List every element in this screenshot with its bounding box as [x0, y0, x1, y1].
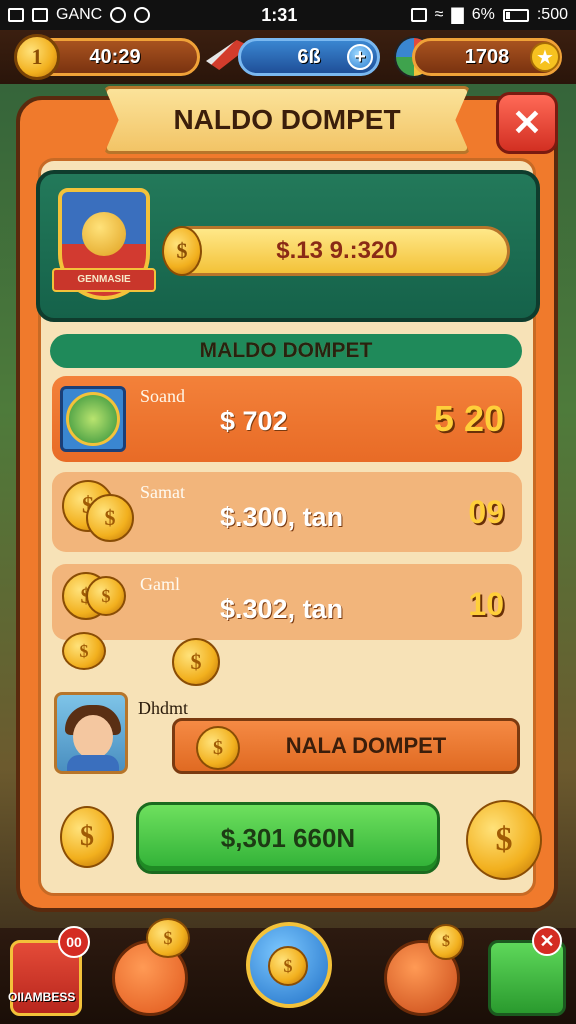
- wifi-icon: ≈: [434, 6, 444, 23]
- confirm-button-label: $,301 660N: [220, 822, 356, 853]
- row-amount: $.302, tan: [220, 594, 344, 624]
- hero-balance: $.13 9.:320: [164, 226, 510, 276]
- row-label: Gaml: [140, 574, 180, 594]
- status-app-label: GANC: [56, 6, 103, 23]
- coin-icon: 1: [14, 34, 60, 80]
- status-right: ≈ ▇ 6% :500: [410, 5, 568, 25]
- row-amount: $.300, tan: [220, 502, 344, 532]
- coin-icon: $: [162, 226, 202, 276]
- section-title-text: MALDO DOMPET: [199, 339, 373, 362]
- block-icon: [134, 7, 151, 23]
- close-icon[interactable]: ✕: [532, 926, 562, 956]
- signal-icon: ▇: [451, 7, 464, 24]
- resource-bar: 40:29 1 6ß + 1708 ★: [0, 30, 576, 84]
- status-bar: GANC 1:31 ≈ ▇ 6% :500: [0, 0, 576, 30]
- screenshot-icon: [410, 8, 427, 22]
- panel-title: NALDO DOMPET: [104, 86, 470, 154]
- image-icon: [32, 8, 48, 22]
- dollar-badge-icon: [60, 386, 126, 452]
- gems-counter[interactable]: 6ß +: [238, 38, 380, 76]
- coin-stack-icon: $: [268, 946, 308, 986]
- cards-nav-label: OIIAMBESS: [8, 990, 76, 1004]
- coin-icon: $: [86, 576, 126, 616]
- row-value: 5 20: [433, 398, 504, 439]
- sync-icon: [110, 7, 127, 23]
- coins-value: 40:29: [89, 45, 141, 68]
- status-left: GANC: [8, 6, 208, 24]
- avatar-face: [73, 715, 113, 759]
- row-amount: $ 702: [220, 406, 288, 436]
- wallet-action-label: NALA DOMPET: [285, 733, 447, 758]
- battery-icon: [502, 8, 529, 22]
- hero-balance-value: $.13 9.:320: [276, 237, 398, 264]
- close-button[interactable]: ✕: [496, 92, 558, 154]
- coin-icon: $: [62, 632, 106, 670]
- coin-icon: $: [60, 806, 114, 868]
- coin-icon: $: [172, 638, 220, 686]
- battery-percent: 6%: [471, 6, 495, 23]
- status-time: 1:31: [261, 4, 298, 25]
- confirm-button[interactable]: $,301 660N: [136, 802, 440, 874]
- avatar[interactable]: [54, 692, 128, 774]
- wallet-row[interactable]: $ $ Samat $.300, tan 09: [52, 472, 522, 552]
- avatar-body: [67, 755, 119, 771]
- shield-banner: GENMASIE: [52, 268, 156, 292]
- shield-emblem-icon: [82, 212, 126, 256]
- gallery-icon: [8, 8, 24, 22]
- wallet-row[interactable]: $ $ Gaml $.302, tan 10: [52, 564, 522, 640]
- gems-value: 6ß: [297, 45, 321, 68]
- row-value: 09: [468, 494, 504, 530]
- wallet-row[interactable]: Soand $ 702 5 20: [52, 376, 522, 462]
- row-label: Soand: [140, 386, 185, 406]
- add-gems-button[interactable]: +: [347, 44, 373, 70]
- player-label: Dhdmt: [138, 698, 189, 718]
- star-icon: ★: [530, 42, 560, 72]
- section-title: MALDO DOMPET: [50, 334, 522, 368]
- row-label: Samat: [140, 482, 185, 502]
- cards-badge: 00: [58, 926, 90, 958]
- coin-icon: $: [428, 924, 464, 960]
- stars-value: 1708: [464, 45, 510, 68]
- coin-icon: $: [196, 726, 240, 770]
- status-right-label: :500: [536, 6, 568, 23]
- coin-icon: $: [146, 918, 190, 958]
- coin-stack-icon: $: [466, 800, 542, 880]
- coin-icon: $: [86, 494, 134, 542]
- row-value: 10: [468, 586, 504, 622]
